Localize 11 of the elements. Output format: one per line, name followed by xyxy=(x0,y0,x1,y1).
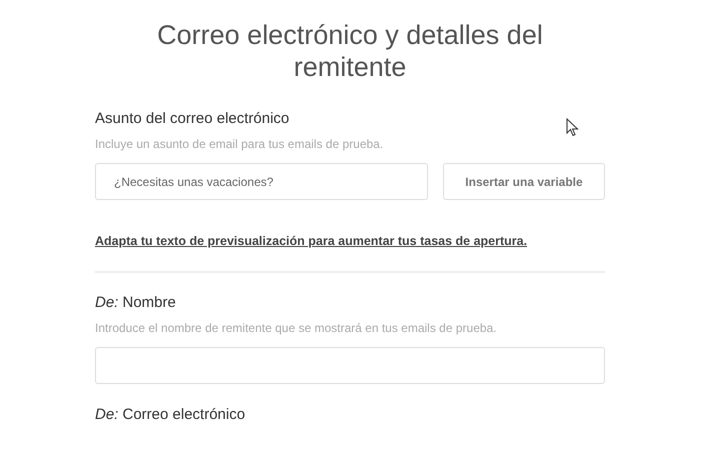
field-label: De: Correo electrónico xyxy=(95,406,246,424)
subject-field[interactable]: ¿Necesitas unas vacaciones? xyxy=(95,163,428,200)
field-label: De: Nombre xyxy=(95,294,176,312)
field-hint: Incluye un asunto de email para tus emails de prueba. xyxy=(95,137,384,151)
field-hint: Introduce el nombre de remitente que se mostrará en tus emails de prueba. xyxy=(95,321,497,335)
page-title: Correo electrónico y detalles del remitente xyxy=(156,19,544,83)
preview-text-link[interactable]: Adapta tu texto de previsualización para aumentar tus tasas de apertura. xyxy=(95,234,528,248)
insert-variable-button[interactable]: Insertar una variable xyxy=(443,163,605,200)
sender-name-field[interactable] xyxy=(95,347,605,384)
cursor-icon xyxy=(566,118,579,137)
field-label: Asunto del correo electrónico xyxy=(95,110,290,128)
